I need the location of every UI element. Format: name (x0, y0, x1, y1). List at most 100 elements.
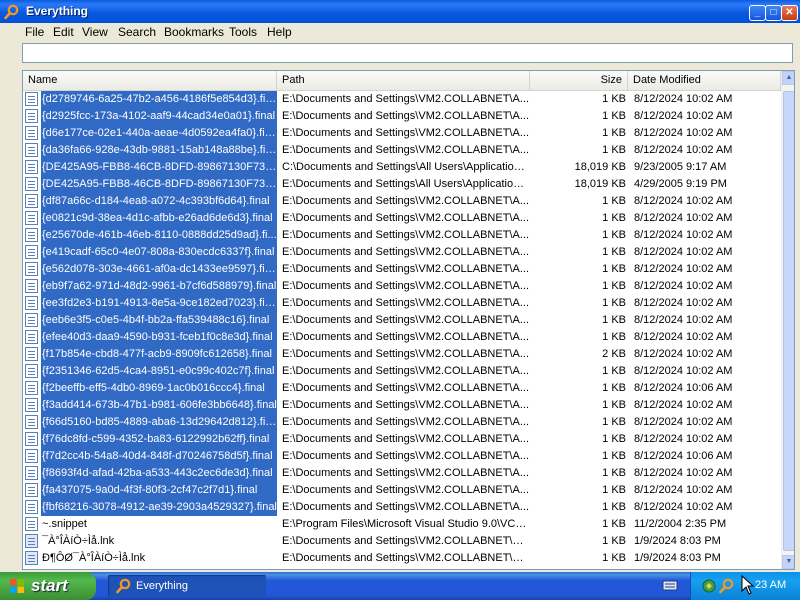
scroll-thumb[interactable] (783, 91, 794, 551)
magnifier-app-icon (4, 4, 19, 20)
file-icon (25, 211, 38, 225)
file-size: 1 KB (602, 246, 626, 258)
file-date: 8/12/2024 10:02 AM (634, 110, 733, 122)
scroll-up-icon[interactable]: ▲ (782, 71, 794, 85)
close-button[interactable]: ✕ (781, 5, 798, 21)
file-icon (25, 245, 38, 259)
result-row[interactable]: {DE425A95-FBB8-46CB-8DFD-89867130F732...… (23, 176, 781, 193)
network-icon[interactable] (701, 578, 717, 594)
file-name: {f76dc8fd-c599-4352-ba83-6122992b62ff}.f… (41, 431, 277, 448)
taskbar-everything-label: Everything (136, 580, 188, 592)
file-path: E:\Documents and Settings\VM2.COLLABNET\… (282, 433, 529, 445)
result-row[interactable]: Ð¶ÔØ¯À°ÎÀíÒ÷Ìå.lnk E:\Documents and Setti… (23, 550, 781, 567)
result-row[interactable]: {e419cadf-65c0-4e07-808a-830ecdc6337f}.f… (23, 244, 781, 261)
file-icon (25, 296, 38, 310)
result-row[interactable]: {ee3fd2e3-b191-4913-8e5a-9ce182ed7023}.f… (23, 295, 781, 312)
result-row[interactable]: {f17b854e-cbd8-477f-acb9-8909fc612658}.f… (23, 346, 781, 363)
result-row[interactable]: ¯À°ÎÀíÒ÷Ìå.lnk E:\Documents and Settings\… (23, 533, 781, 550)
file-icon (25, 449, 38, 463)
result-row[interactable]: {eeb6e3f5-c0e5-4b4f-bb2a-ffa539488c16}.f… (23, 312, 781, 329)
file-size: 1 KB (602, 314, 626, 326)
keyboard-icon[interactable] (662, 578, 678, 592)
file-icon (25, 109, 38, 123)
file-name: {d2789746-6a25-47b2-a456-4186f5e854d3}.f… (41, 91, 277, 108)
windows-logo-icon (10, 579, 24, 593)
result-row[interactable]: {eb9f7a62-971d-48d2-9961-b7cf6d588979}.f… (23, 278, 781, 295)
search-box (22, 43, 798, 63)
results-list: Name Path Size Date Modified {d2789746-6… (22, 70, 795, 570)
result-row[interactable]: {e0821c9d-38ea-4d1c-afbb-e26ad6de6d3}.fi… (23, 210, 781, 227)
file-path: E:\Documents and Settings\VM2.COLLABNET\… (282, 229, 529, 241)
column-size-header[interactable]: Size (530, 71, 628, 90)
file-size: 1 KB (602, 552, 626, 564)
file-size: 1 KB (602, 518, 626, 530)
file-name: Ð¶ÔØ¯À°ÎÀíÒ÷Ìå.lnk (42, 552, 146, 564)
result-row[interactable]: {d2925fcc-173a-4102-aaf9-44cad34e0a01}.f… (23, 108, 781, 125)
column-path-header[interactable]: Path (277, 71, 530, 90)
file-size: 1 KB (602, 365, 626, 377)
file-icon (25, 262, 38, 276)
file-icon (25, 381, 38, 395)
search-input[interactable] (23, 44, 798, 62)
result-row[interactable]: {fbf68216-3078-4912-ae39-2903a4529327}.f… (23, 499, 781, 516)
column-name-header[interactable]: Name (23, 71, 277, 90)
taskbar-everything-button[interactable]: Everything (108, 575, 266, 597)
maximize-button[interactable]: □ (765, 5, 782, 21)
result-row[interactable]: {efee40d3-daa9-4590-b931-fceb1f0c8e3d}.f… (23, 329, 781, 346)
title-bar[interactable]: Everything _ □ ✕ (0, 0, 800, 23)
result-row[interactable]: {d6e177ce-02e1-440a-aeae-4d0592ea4fa0}.f… (23, 125, 781, 142)
result-row[interactable]: {da36fa66-928e-43db-9881-15ab148a88be}.f… (23, 142, 781, 159)
file-path: E:\Documents and Settings\VM2.COLLABNET\… (282, 110, 529, 122)
file-path: E:\Documents and Settings\VM2.COLLABNET\… (282, 195, 529, 207)
menu-file[interactable]: File (25, 25, 44, 39)
vertical-scrollbar[interactable]: ▲ ▼ (781, 71, 794, 569)
result-row[interactable]: {f7d2cc4b-54a8-40d4-848f-d70246758d5f}.f… (23, 448, 781, 465)
file-icon (25, 415, 38, 429)
menu-help[interactable]: Help (267, 25, 292, 39)
file-name: {d6e177ce-02e1-440a-aeae-4d0592ea4fa0}.f… (41, 125, 277, 142)
file-size: 1 KB (602, 212, 626, 224)
file-size: 18,019 KB (574, 161, 626, 173)
file-name: {f2351346-62d5-4ca4-8951-e0c99c402c7f}.f… (41, 363, 277, 380)
start-button[interactable]: start (0, 572, 96, 600)
file-size: 1 KB (602, 467, 626, 479)
file-date: 8/12/2024 10:02 AM (634, 433, 733, 445)
file-name: {e562d078-303e-4661-af0a-dc1433ee9597}.f… (41, 261, 277, 278)
mouse-cursor-icon (741, 575, 755, 595)
result-row[interactable]: {df87a66c-d184-4ea8-a072-4c393bf6d64}.fi… (23, 193, 781, 210)
menu-bar: File Edit View Search Bookmarks Tools He… (0, 23, 800, 41)
minimize-button[interactable]: _ (749, 5, 766, 21)
column-date-header[interactable]: Date Modified (628, 71, 781, 90)
file-size: 1 KB (602, 433, 626, 445)
file-name: {f2beeffb-eff5-4db0-8969-1ac0b016ccc4}.f… (41, 380, 277, 397)
file-name: {e0821c9d-38ea-4d1c-afbb-e26ad6de6d3}.fi… (41, 210, 277, 227)
file-path: E:\Documents and Settings\VM2.COLLABNET\… (282, 382, 529, 394)
file-size: 1 KB (602, 280, 626, 292)
result-row[interactable]: {e562d078-303e-4661-af0a-dc1433ee9597}.f… (23, 261, 781, 278)
menu-search[interactable]: Search (118, 25, 156, 39)
result-row[interactable]: {fa437075-9a0d-4f3f-80f3-2cf47c2f7d1}.fi… (23, 482, 781, 499)
snippet-file-icon (25, 517, 38, 531)
menu-tools[interactable]: Tools (229, 25, 257, 39)
result-row[interactable]: {f3add414-673b-47b1-b981-606fe3bb6648}.f… (23, 397, 781, 414)
menu-edit[interactable]: Edit (53, 25, 74, 39)
file-date: 8/12/2024 10:02 AM (634, 348, 733, 360)
file-icon (25, 364, 38, 378)
result-row[interactable]: {f2351346-62d5-4ca4-8951-e0c99c402c7f}.f… (23, 363, 781, 380)
file-size: 2 KB (602, 348, 626, 360)
result-row[interactable]: {d2789746-6a25-47b2-a456-4186f5e854d3}.f… (23, 91, 781, 108)
menu-bookmarks[interactable]: Bookmarks (164, 25, 224, 39)
everything-tray-icon[interactable] (719, 578, 735, 594)
clock: 23 AM (755, 579, 787, 591)
result-row[interactable]: {f66d5160-bd85-4889-aba6-13d29642d812}.f… (23, 414, 781, 431)
result-row[interactable]: {DE425A95-FBB8-46CB-8DFD-89867130F732...… (23, 159, 781, 176)
result-row[interactable]: {f8693f4d-afad-42ba-a533-443c2ec6de3d}.f… (23, 465, 781, 482)
file-date: 8/12/2024 10:02 AM (634, 127, 733, 139)
result-row[interactable]: ~.snippet E:\Program Files\Microsoft Visu… (23, 516, 781, 533)
menu-view[interactable]: View (82, 25, 108, 39)
file-size: 1 KB (602, 195, 626, 207)
result-row[interactable]: {f2beeffb-eff5-4db0-8969-1ac0b016ccc4}.f… (23, 380, 781, 397)
result-row[interactable]: {f76dc8fd-c599-4352-ba83-6122992b62ff}.f… (23, 431, 781, 448)
scroll-down-icon[interactable]: ▼ (782, 555, 794, 569)
result-row[interactable]: {e25670de-461b-46eb-8110-0888dd25d9ad}.f… (23, 227, 781, 244)
